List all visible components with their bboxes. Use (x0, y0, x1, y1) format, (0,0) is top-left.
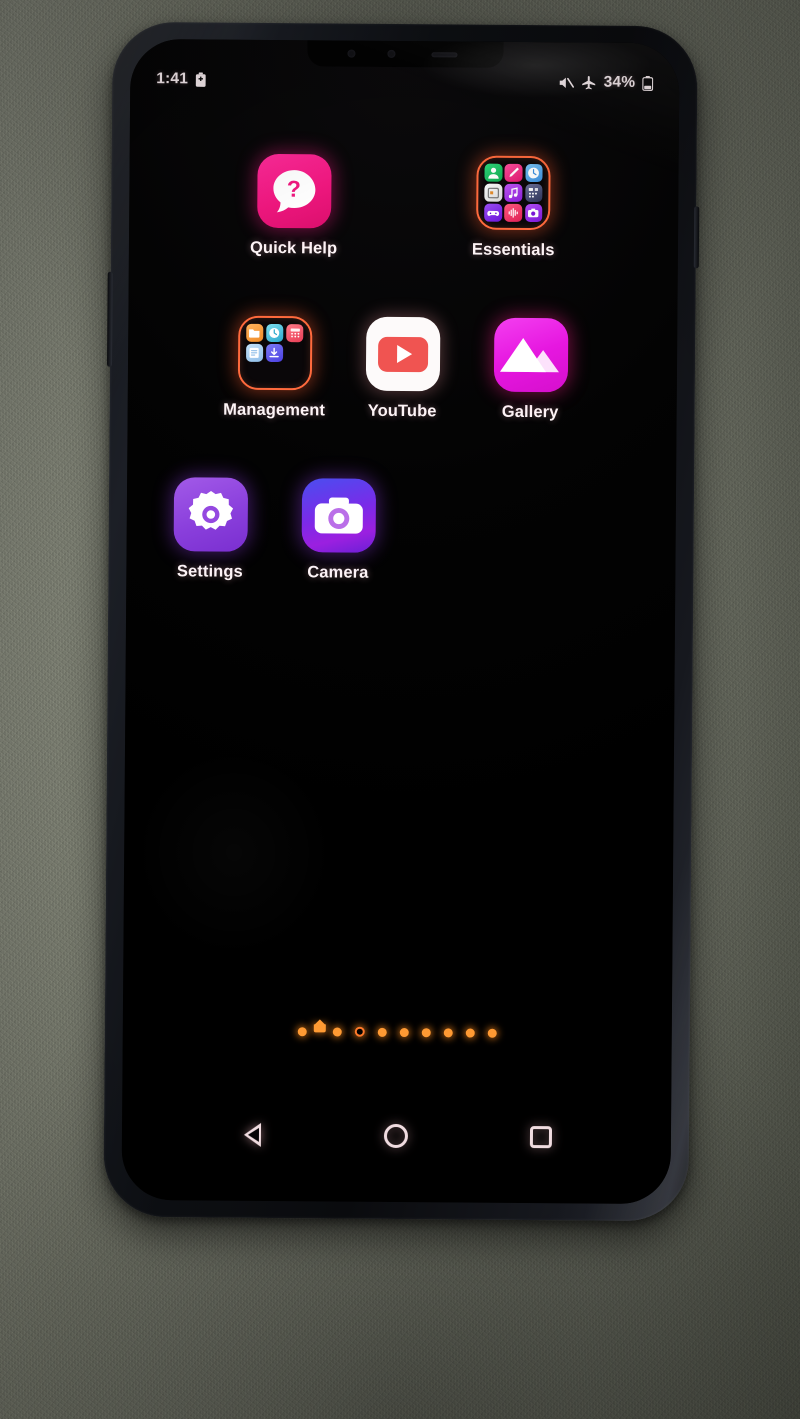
page-dot[interactable] (399, 1027, 409, 1037)
navigation-bar (122, 1104, 671, 1168)
battery-saver-icon (195, 71, 206, 87)
status-bar-right: 34% (559, 73, 654, 92)
notch (306, 40, 504, 68)
svg-text:?: ? (286, 176, 300, 202)
question-bubble-icon: ? (256, 153, 332, 229)
essentials-folder-preview (476, 155, 551, 231)
app-label: YouTube (367, 401, 437, 421)
play-triangle-icon (397, 344, 413, 364)
app-row: Settings Camera (121, 474, 676, 585)
camera-icon (524, 204, 543, 223)
power-button[interactable] (693, 206, 700, 269)
notes-pencil-icon (504, 163, 523, 182)
app-camera[interactable]: Camera (274, 476, 403, 583)
game-controller-icon (484, 203, 503, 222)
status-bar: 1:41 34% (130, 65, 679, 97)
recents-square-icon (529, 1126, 552, 1149)
page-dot[interactable] (487, 1028, 497, 1038)
earpiece-speaker (430, 52, 457, 58)
calculator-icon (286, 324, 304, 342)
smart-doctor-icon (265, 323, 284, 342)
music-note-icon (504, 183, 523, 202)
youtube-icon-wrap[interactable] (363, 315, 442, 394)
app-settings[interactable]: Settings (146, 475, 275, 582)
status-bar-left: 1:41 (156, 70, 206, 88)
phone-screen[interactable]: 1:41 34% ? Quick Help Essentials Managem… (121, 38, 680, 1205)
app-gallery[interactable]: Gallery (466, 316, 595, 423)
page-dot[interactable] (332, 1026, 342, 1037)
folder-empty-slot (286, 344, 304, 362)
app-label: Gallery (501, 402, 559, 422)
gear-icon (173, 477, 248, 552)
airplane-mode-icon (582, 75, 597, 90)
volume-button[interactable] (106, 271, 113, 367)
camera-icon-wrap[interactable] (299, 476, 378, 555)
page-dot[interactable] (377, 1027, 387, 1037)
battery-percent-label: 34% (603, 73, 636, 91)
downloads-icon (265, 344, 284, 362)
battery-icon (642, 75, 654, 91)
page-dot[interactable] (443, 1027, 453, 1037)
file-manager-icon (245, 323, 264, 342)
home-button[interactable] (370, 1110, 422, 1162)
folder-empty-slot (286, 364, 304, 382)
folder-empty-slot (245, 364, 263, 382)
mountain-photo-icon (493, 317, 568, 393)
quick-help-icon-wrap[interactable]: ? (255, 152, 334, 231)
management-folder-preview (237, 315, 312, 391)
home-screen-grid: ? Quick Help Essentials Management YouTu… (121, 135, 678, 1204)
calculator-icon (524, 184, 543, 202)
folder-essentials[interactable]: Essentials (458, 153, 569, 260)
folder-management[interactable]: Management (210, 314, 339, 421)
folder-empty-slot (266, 364, 284, 382)
gallery-icon-wrap[interactable] (491, 316, 570, 395)
home-circle-icon (384, 1123, 409, 1149)
mute-icon (559, 75, 575, 90)
app-label: Camera (307, 563, 369, 582)
app-row: ? Quick Help Essentials (129, 151, 679, 261)
app-label: Settings (176, 562, 243, 581)
clock-icon (525, 163, 543, 182)
contacts-icon (484, 163, 503, 182)
calendar-icon (484, 183, 503, 202)
status-time: 1:41 (156, 70, 189, 88)
notes-icon (245, 343, 264, 362)
youtube-body (377, 336, 428, 372)
front-camera-icon (386, 49, 395, 58)
back-triangle-icon (243, 1122, 261, 1147)
audio-recorder-icon (504, 204, 523, 222)
phone-device: 1:41 34% ? Quick Help Essentials Managem… (103, 21, 700, 1222)
folder-label: Management (223, 400, 326, 420)
app-row: Management YouTube Gallery (128, 313, 678, 423)
recents-button[interactable] (515, 1111, 567, 1163)
essentials-icon-wrap[interactable] (474, 154, 553, 233)
app-youtube[interactable]: YouTube (338, 315, 467, 422)
app-label: Quick Help (249, 238, 338, 258)
youtube-play-icon (365, 316, 440, 392)
page-dot[interactable] (465, 1028, 475, 1038)
page-dot-current[interactable] (354, 1026, 365, 1037)
management-icon-wrap[interactable] (235, 314, 314, 393)
page-indicator[interactable] (123, 1025, 672, 1039)
back-button[interactable] (226, 1109, 278, 1161)
settings-icon-wrap[interactable] (171, 475, 250, 554)
camera-icon (301, 478, 376, 553)
proximity-sensor-icon (346, 49, 355, 58)
folder-label: Essentials (471, 240, 555, 260)
app-quick-help[interactable]: ? Quick Help (239, 152, 350, 259)
page-dot[interactable] (421, 1027, 431, 1037)
page-dot[interactable] (297, 1026, 307, 1036)
